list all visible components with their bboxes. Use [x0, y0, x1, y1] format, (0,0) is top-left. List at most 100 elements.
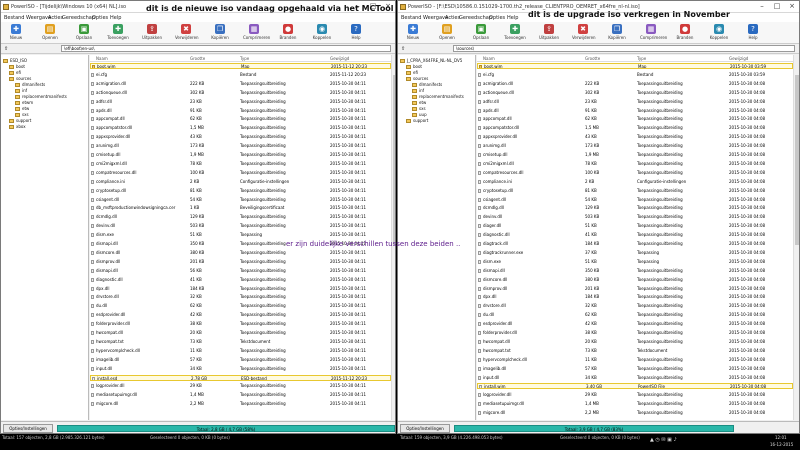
- table-row[interactable]: install.wim 3,40 GB PowerISO File 2015-10-3…: [477, 383, 793, 390]
- table-row[interactable]: dcmdlg.dll 129 KB Toepassingsuitbreiding 20…: [477, 205, 793, 211]
- tree-node[interactable]: dlmanifests: [412, 82, 442, 87]
- toolbar-button[interactable]: ? Help: [742, 24, 764, 43]
- table-row[interactable]: diagtrack.dll 184 KB Toepassingsuitbreidin…: [477, 241, 793, 247]
- column-modified[interactable]: Gewijzigd: [330, 56, 349, 61]
- tree-node[interactable]: efi: [9, 70, 21, 75]
- table-row[interactable]: appxsprovider.dll 43 KB Toepassingsuitbrei…: [477, 134, 793, 140]
- table-row[interactable]: install.esd 2,78 GB ESD-bestand 2015-11-12 …: [90, 374, 391, 381]
- table-row[interactable]: acmigration.dll 222 KB Toepassingsuitbreid…: [477, 81, 793, 87]
- table-row[interactable]: migcore.dll 2,2 MB Toepassingsuitbreiding 2…: [477, 410, 793, 416]
- table-row[interactable]: boot.wim Map 2015-11-12 20:23: [90, 63, 391, 69]
- tree-node[interactable]: dlmanifests: [15, 82, 45, 87]
- table-row[interactable]: dpx.dll 184 KB Toepassingsuitbreiding 2015-…: [477, 294, 793, 300]
- tree-node[interactable]: J_CPRA_X64FRE_NL-NL_DV5: [400, 58, 462, 63]
- table-row[interactable]: devinv.dll 503 KB Toepassingsuitbreiding 20…: [477, 214, 793, 220]
- tree-node[interactable]: uup: [412, 112, 427, 117]
- table-row[interactable]: dismprov.dll 201 KB Toepassingsuitbreiding…: [90, 259, 391, 265]
- toolbar-button[interactable]: ✚ Nieuw: [5, 24, 27, 43]
- table-row[interactable]: drvstore.dll 32 KB Toepassingsuitbreiding 2…: [90, 294, 391, 300]
- table-row[interactable]: csiagent.dll 54 KB Toepassingsuitbreiding 2…: [477, 197, 793, 203]
- column-name[interactable]: Naam: [483, 56, 495, 61]
- toolbar-button[interactable]: ▦ Comprimeren: [640, 24, 667, 43]
- table-row[interactable]: mediasetupuimgr.dll 1,4 MB Toepassingsuitb…: [477, 401, 793, 407]
- tree-node[interactable]: sxs: [412, 106, 426, 111]
- tree-node[interactable]: boot: [9, 64, 25, 69]
- tree-node[interactable]: etw: [15, 106, 29, 111]
- column-type[interactable]: Type: [240, 56, 249, 61]
- table-row[interactable]: cryptosetup.dll 81 KB Toepassingsuitbreidi…: [90, 188, 391, 194]
- tree-node[interactable]: sources: [406, 76, 428, 81]
- table-row[interactable]: hwcompat.txt 73 KB Tekstdocument 2015-10-30…: [477, 348, 793, 354]
- table-row[interactable]: dpx.dll 184 KB Toepassingsuitbreiding 2015-…: [90, 286, 391, 292]
- close-button[interactable]: ×: [785, 2, 799, 11]
- table-row[interactable]: acmigration.dll 222 KB Toepassingsuitbreid…: [90, 81, 391, 87]
- table-row[interactable]: appcompat.dll 62 KB Toepassingsuitbreiding…: [477, 116, 793, 122]
- table-row[interactable]: apds.dll 91 KB Toepassingsuitbreiding 2015-…: [90, 108, 391, 114]
- table-row[interactable]: logprovider.dll 29 KB Toepassingsuitbreidi…: [90, 383, 391, 389]
- table-row[interactable]: hypervcomplcheck.dll 11 KB Toepassingsuitb…: [477, 357, 793, 363]
- toolbar-button[interactable]: ✚ Toevoegen: [504, 24, 526, 43]
- table-row[interactable]: migcore.dll 2,2 MB Toepassingsuitbreiding 2…: [90, 401, 391, 407]
- toolbar-button[interactable]: ? Help: [345, 24, 367, 43]
- table-row[interactable]: arunimg.dll 173 KB Toepassingsuitbreiding 2…: [477, 143, 793, 149]
- toolbar-button[interactable]: ✚ Toevoegen: [107, 24, 129, 43]
- toolbar-button[interactable]: ● Branden: [674, 24, 696, 43]
- table-row[interactable]: appcompatstor.dll 1,5 MB Toepassingsuitbre…: [477, 125, 793, 131]
- table-row[interactable]: diagnostic.dll 41 KB Toepassingsuitbreidin…: [90, 277, 391, 283]
- toolbar-button[interactable]: ◉ Koppelen: [311, 24, 333, 43]
- table-row[interactable]: du.dll 62 KB Toepassingsuitbreiding 2015-10…: [90, 303, 391, 309]
- tree-node[interactable]: sxs: [15, 112, 29, 117]
- menu-item[interactable]: Acties: [48, 15, 63, 21]
- tray-icons[interactable]: ▲ ◷ ✉ ▣ ♪: [650, 437, 677, 443]
- toolbar-button[interactable]: ⇪ Uitpakken: [538, 24, 560, 43]
- column-type[interactable]: Type: [637, 56, 646, 61]
- menu-item[interactable]: Opties: [92, 15, 108, 21]
- table-row[interactable]: folderprovider.dll 38 KB Toepassingsuitbre…: [477, 330, 793, 336]
- table-row[interactable]: diagnostic.dll 41 KB Toepassingsuitbreidin…: [477, 232, 793, 238]
- menu-item[interactable]: Help: [507, 15, 518, 21]
- table-row[interactable]: dism.exe 51 KB Toepassing 2015-10-30 04:08: [477, 259, 793, 265]
- table-row[interactable]: dism.exe 51 KB Toepassing 2015-10-30 04:11: [90, 232, 391, 238]
- table-row[interactable]: hwcompat.txt 73 KB Tekstdocument 2015-10-30…: [90, 339, 391, 345]
- menu-item[interactable]: Bestand: [4, 15, 24, 21]
- table-row[interactable]: input.dll 34 KB Toepassingsuitbreiding 2015…: [90, 366, 391, 372]
- table-row[interactable]: dismcore.dll 380 KB Toepassingsuitbreiding…: [477, 277, 793, 283]
- column-name[interactable]: Naam: [96, 56, 108, 61]
- table-row[interactable]: imagelib.dll 57 KB Toepassingsuitbreiding 2…: [477, 366, 793, 372]
- menu-item[interactable]: Help: [110, 15, 121, 21]
- tree-node[interactable]: replacementmanifests: [15, 94, 67, 99]
- table-row[interactable]: hwcompat.dll 20 KB Toepassingsuitbreiding 2…: [90, 330, 391, 336]
- table-row[interactable]: input.dll 34 KB Toepassingsuitbreiding 2015…: [477, 375, 793, 381]
- up-folder-icon[interactable]: ⇧: [401, 46, 405, 52]
- table-row[interactable]: du.dll 62 KB Toepassingsuitbreiding 2015-10…: [477, 312, 793, 318]
- vertical-scrollbar[interactable]: [391, 55, 395, 420]
- clock-time[interactable]: 12:01: [775, 435, 787, 440]
- path-field[interactable]: \efi\boot\en-us\: [61, 45, 391, 52]
- clock-date[interactable]: 16-12-2015: [770, 442, 793, 447]
- toolbar-button[interactable]: ⇪ Uitpakken: [141, 24, 163, 43]
- toolbar-button[interactable]: ▤ Openen: [39, 24, 61, 43]
- table-row[interactable]: cmisetup.dll 1,9 MB Toepassingsuitbreiding…: [477, 152, 793, 158]
- table-row[interactable]: dismprov.dll 201 KB Toepassingsuitbreiding…: [477, 286, 793, 292]
- table-row[interactable]: dismcore.dll 380 KB Toepassingsuitbreiding…: [90, 250, 391, 256]
- table-row[interactable]: compliance.ini 2 KB Configuratie-instellin…: [477, 179, 793, 185]
- tree-node[interactable]: support: [406, 118, 428, 123]
- table-row[interactable]: folderprovider.dll 38 KB Toepassingsuitbre…: [90, 321, 391, 327]
- minimize-button[interactable]: –: [755, 2, 769, 11]
- table-row[interactable]: compliance.ini 2 KB Configuratie-instellin…: [90, 179, 391, 185]
- table-row[interactable]: ei.cfg Bestand 2015-10-30 03:59: [477, 72, 793, 78]
- toolbar-button[interactable]: ✖ Verwijderen: [175, 24, 199, 43]
- table-row[interactable]: dismapi.dll 56 KB Toepassingsuitbreiding 20…: [90, 268, 391, 274]
- toolbar-button[interactable]: ▣ Opslaan: [73, 24, 95, 43]
- table-row[interactable]: csiagent.dll 54 KB Toepassingsuitbreiding 2…: [90, 197, 391, 203]
- table-row[interactable]: mediasetupuimgr.dll 1,4 MB Toepassingsuitb…: [90, 392, 391, 398]
- table-row[interactable]: actionqueue.dll 302 KB Toepassingsuitbreid…: [477, 90, 793, 96]
- tree-node[interactable]: ESD_ISO: [3, 58, 27, 63]
- column-size[interactable]: Grootte: [190, 56, 205, 61]
- table-row[interactable]: logprovider.dll 29 KB Toepassingsuitbreidi…: [477, 392, 793, 398]
- table-row[interactable]: dismapi.dll 350 KB Toepassingsuitbreiding 2…: [477, 268, 793, 274]
- table-row[interactable]: cmi2migxml.dll 78 KB Toepassingsuitbreidin…: [477, 161, 793, 167]
- path-field[interactable]: \sources\: [453, 45, 795, 52]
- table-row[interactable]: imagelib.dll 57 KB Toepassingsuitbreiding 2…: [90, 357, 391, 363]
- table-row[interactable]: dcmdlg.dll 129 KB Toepassingsuitbreiding 20…: [90, 214, 391, 220]
